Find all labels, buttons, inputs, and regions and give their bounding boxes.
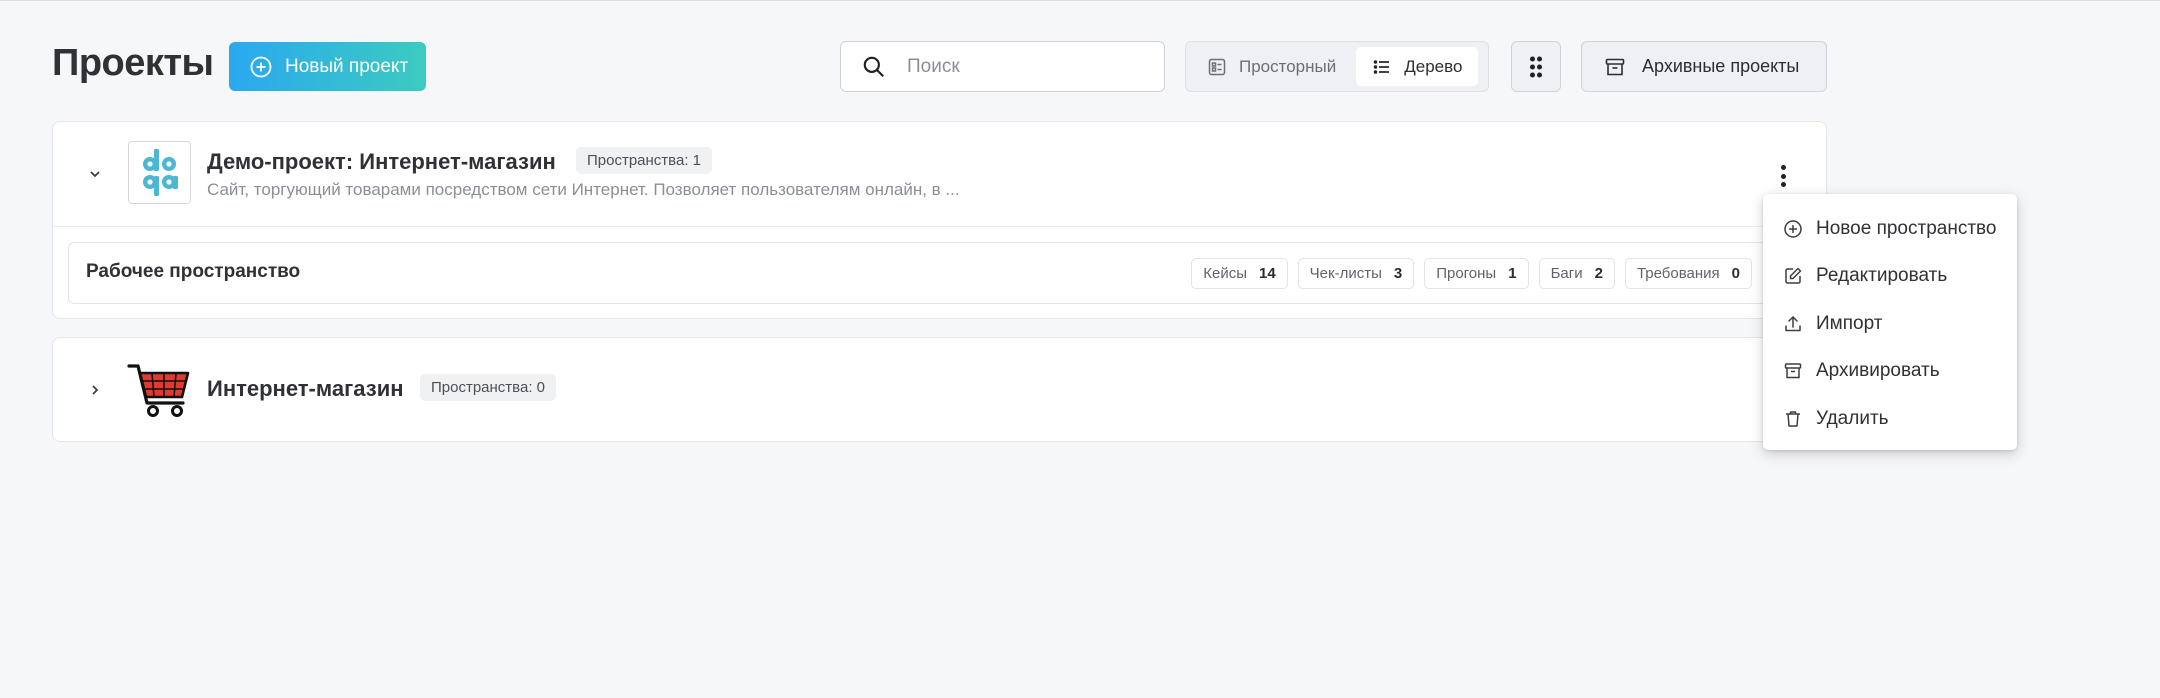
chevron-right-icon[interactable] bbox=[83, 378, 107, 402]
upload-icon bbox=[1785, 316, 1801, 331]
new-project-label: Новый проект bbox=[285, 55, 409, 77]
stat-value: 14 bbox=[1258, 265, 1276, 282]
view-spacious-option[interactable]: Просторный bbox=[1191, 47, 1352, 86]
stat-label: Баги bbox=[1550, 265, 1583, 282]
workspace-stats: Кейсы 14 Чек-листы 3 Прогоны 1 Баги 2 Тр… bbox=[1191, 258, 1752, 289]
doqa-logo bbox=[128, 141, 191, 204]
menu-item-label: Архивировать bbox=[1816, 360, 1940, 382]
new-project-button[interactable]: Новый проект bbox=[229, 42, 426, 91]
shopping-cart-logo bbox=[127, 364, 190, 417]
stat-checklists: Чек-листы 3 bbox=[1297, 258, 1415, 289]
stat-cases: Кейсы 14 bbox=[1191, 258, 1288, 289]
stat-runs: Прогоны 1 bbox=[1424, 258, 1529, 289]
project-description: Сайт, торгующий товарами посредством сет… bbox=[207, 180, 960, 199]
page-title: Проекты bbox=[52, 42, 214, 84]
search-icon bbox=[863, 56, 884, 77]
project-header[interactable]: Демо-проект: Интернет-магазин Пространст… bbox=[53, 122, 1826, 226]
stat-value: 2 bbox=[1594, 265, 1603, 282]
project-name[interactable]: Демо-проект: Интернет-магазин bbox=[207, 149, 556, 175]
plus-circle-icon bbox=[250, 56, 272, 77]
spaces-count-badge: Пространства: 1 bbox=[576, 147, 712, 174]
archived-projects-label: Архивные проекты bbox=[1642, 56, 1800, 76]
project-card[interactable]: Интернет-магазин Пространства: 0 bbox=[52, 337, 1827, 442]
top-border bbox=[0, 0, 2160, 1]
project-context-menu: Новое пространство Редактировать Импорт … bbox=[1763, 194, 2017, 450]
chevron-down-icon[interactable] bbox=[83, 162, 107, 186]
menu-item-delete[interactable]: Удалить bbox=[1763, 395, 2017, 443]
archive-icon bbox=[1605, 58, 1625, 75]
edit-icon bbox=[1785, 268, 1802, 284]
stat-label: Требования bbox=[1636, 265, 1720, 282]
spaces-count-badge: Пространства: 0 bbox=[420, 374, 556, 401]
list-icon bbox=[1373, 59, 1390, 74]
stat-label: Прогоны bbox=[1436, 265, 1497, 282]
view-mode-toggle: Просторный Дерево bbox=[1185, 41, 1489, 92]
menu-item-new-space[interactable]: Новое пространство bbox=[1763, 205, 2017, 253]
search-input[interactable] bbox=[907, 55, 1147, 78]
menu-item-label: Удалить bbox=[1816, 407, 1889, 429]
menu-item-label: Редактировать bbox=[1816, 265, 1948, 287]
trash-icon bbox=[1786, 411, 1800, 427]
view-tree-label: Дерево bbox=[1404, 56, 1463, 76]
stat-label: Кейсы bbox=[1203, 265, 1247, 282]
stat-value: 3 bbox=[1393, 265, 1403, 282]
project-name[interactable]: Интернет-магазин bbox=[207, 376, 404, 402]
card-view-icon bbox=[1208, 58, 1226, 75]
view-tree-option[interactable]: Дерево bbox=[1356, 47, 1479, 86]
grip-icon bbox=[1530, 56, 1542, 77]
view-spacious-label: Просторный bbox=[1239, 56, 1337, 76]
workspace-row[interactable]: Рабочее пространство Кейсы 14 Чек-листы … bbox=[68, 242, 1813, 304]
menu-item-archive[interactable]: Архивировать bbox=[1763, 348, 2017, 396]
stat-bugs: Баги 2 bbox=[1538, 258, 1615, 289]
archive-icon bbox=[1784, 363, 1802, 379]
divider bbox=[53, 226, 1826, 227]
search-box[interactable] bbox=[840, 41, 1165, 92]
stat-label: Чек-листы bbox=[1309, 265, 1382, 282]
archived-projects-button[interactable]: Архивные проекты bbox=[1581, 41, 1827, 92]
menu-item-edit[interactable]: Редактировать bbox=[1763, 253, 2017, 301]
stat-value: 0 bbox=[1731, 265, 1740, 282]
stat-requirements: Требования 0 bbox=[1624, 258, 1752, 289]
menu-item-import[interactable]: Импорт bbox=[1763, 300, 2017, 348]
drag-handle-button[interactable] bbox=[1511, 41, 1561, 92]
menu-item-label: Новое пространство bbox=[1816, 217, 1997, 239]
stat-value: 1 bbox=[1508, 265, 1517, 282]
workspace-name: Рабочее пространство bbox=[86, 261, 301, 282]
menu-item-label: Импорт bbox=[1816, 312, 1883, 334]
plus-circle-icon bbox=[1784, 220, 1802, 238]
more-options-icon[interactable] bbox=[1773, 162, 1793, 190]
project-card: Демо-проект: Интернет-магазин Пространст… bbox=[52, 121, 1827, 319]
